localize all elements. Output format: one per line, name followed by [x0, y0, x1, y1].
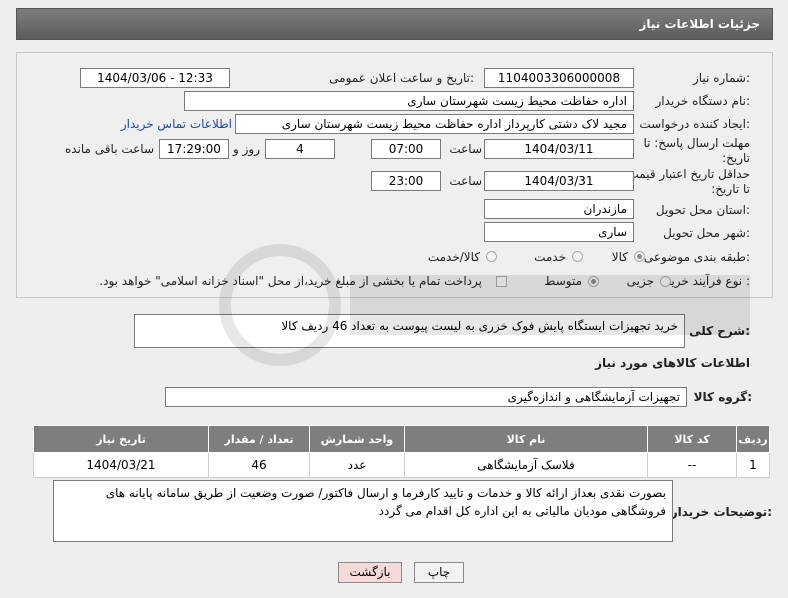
- validity-time-label: ساعت: [449, 174, 482, 188]
- deadline-date-field: 1404/03/11: [484, 139, 634, 159]
- process-radio-medium[interactable]: [588, 276, 599, 287]
- print-button[interactable]: چاپ: [414, 562, 464, 583]
- col-unit: واحد شمارش: [309, 425, 405, 453]
- deadline-label: مهلت ارسال پاسخ: تا تاریخ:: [643, 136, 750, 165]
- announce-label: تاریخ و ساعت اعلان عمومی:: [329, 71, 474, 85]
- cell-row: 1: [736, 452, 770, 478]
- category-option-goods-service: کالا/خدمت: [427, 250, 480, 264]
- category-label: طبقه بندی موضوعی:: [643, 250, 750, 264]
- buyer-org-field: اداره حفاظت محیط زیست شهرستان ساری: [184, 91, 634, 111]
- treasury-payment-checkbox[interactable]: [496, 276, 507, 287]
- remaining-time-label: ساعت باقی مانده: [64, 142, 154, 156]
- buyer-notes-label: توضیحات خریدار:: [670, 505, 772, 519]
- days-label: روز و: [233, 142, 260, 156]
- deadline-time-label: ساعت: [449, 142, 482, 156]
- category-radio-goods-service[interactable]: [486, 251, 497, 262]
- city-label: شهر محل تحویل:: [663, 226, 750, 240]
- col-code: کد کالا: [647, 425, 737, 453]
- col-name: نام کالا: [404, 425, 648, 453]
- goods-section-title: اطلاعات کالاهای مورد نیاز: [595, 356, 750, 370]
- buyer-org-label: نام دستگاه خریدار:: [655, 94, 751, 108]
- back-button[interactable]: بازگشت: [338, 562, 402, 583]
- goods-table-header: ردیف کد کالا نام کالا واحد شمارش تعداد /…: [33, 425, 770, 453]
- contact-info-link[interactable]: اطلاعات تماس خریدار: [121, 117, 232, 131]
- goods-group-field: تجهیزات آزمایشگاهی و اندازه‌گیری: [165, 387, 687, 407]
- cell-unit: عدد: [309, 452, 405, 478]
- remaining-time-field: 17:29:00: [159, 139, 229, 159]
- cell-date: 1404/03/21: [33, 452, 209, 478]
- province-field: مازندران: [484, 199, 634, 219]
- city-field: ساری: [484, 222, 634, 242]
- deadline-time-field: 07:00: [371, 139, 441, 159]
- need-number-field: 1104003306000008: [484, 68, 634, 88]
- process-radio-minor[interactable]: [660, 276, 671, 287]
- cell-qty: 46: [208, 452, 310, 478]
- need-number-label: شماره نیاز:: [692, 71, 750, 85]
- description-field: خرید تجهیزات ایستگاه پایش فوک خزری به لی…: [134, 314, 685, 348]
- process-option-medium: متوسط: [544, 274, 582, 288]
- creator-field: مجید لاک دشتی کارپرداز اداره حفاظت محیط …: [235, 114, 634, 134]
- process-type-label: نوع فرآیند خرید :: [665, 274, 750, 288]
- days-remaining-field: 4: [265, 139, 335, 159]
- category-option-service: خدمت: [534, 250, 566, 264]
- creator-label: ایجاد کننده درخواست:: [639, 117, 750, 131]
- category-radio-service[interactable]: [572, 251, 583, 262]
- col-date: تاریخ نیاز: [33, 425, 209, 453]
- buyer-notes-field: بصورت نقدی بعداز ارائه کالا و خدمات و تا…: [53, 480, 673, 542]
- col-qty: تعداد / مقدار: [208, 425, 310, 453]
- validity-time-field: 23:00: [371, 171, 441, 191]
- validity-date-field: 1404/03/31: [484, 171, 634, 191]
- province-label: استان محل تحویل:: [655, 203, 750, 217]
- table-row: 1 -- فلاسک آزمایشگاهی عدد 46 1404/03/21: [33, 452, 770, 478]
- category-radio-goods[interactable]: [634, 251, 645, 262]
- goods-table: ردیف کد کالا نام کالا واحد شمارش تعداد /…: [33, 425, 770, 478]
- treasury-payment-note: پرداخت تمام یا بخشی از مبلغ خرید،از محل …: [99, 274, 482, 288]
- goods-group-label: گروه کالا:: [693, 390, 752, 404]
- process-option-minor: جزیی: [626, 274, 654, 288]
- cell-code: --: [647, 452, 737, 478]
- page-header: جزئیات اطلاعات نیاز: [16, 8, 773, 40]
- category-option-goods: کالا: [611, 250, 628, 264]
- col-row: ردیف: [736, 425, 770, 453]
- announce-datetime-field: 1404/03/06 - 12:33: [80, 68, 230, 88]
- cell-name: فلاسک آزمایشگاهی: [404, 452, 648, 478]
- page-title: جزئیات اطلاعات نیاز: [639, 17, 760, 31]
- price-validity-label: حداقل تاریخ اعتبار قیمت: تا تاریخ:: [623, 167, 750, 196]
